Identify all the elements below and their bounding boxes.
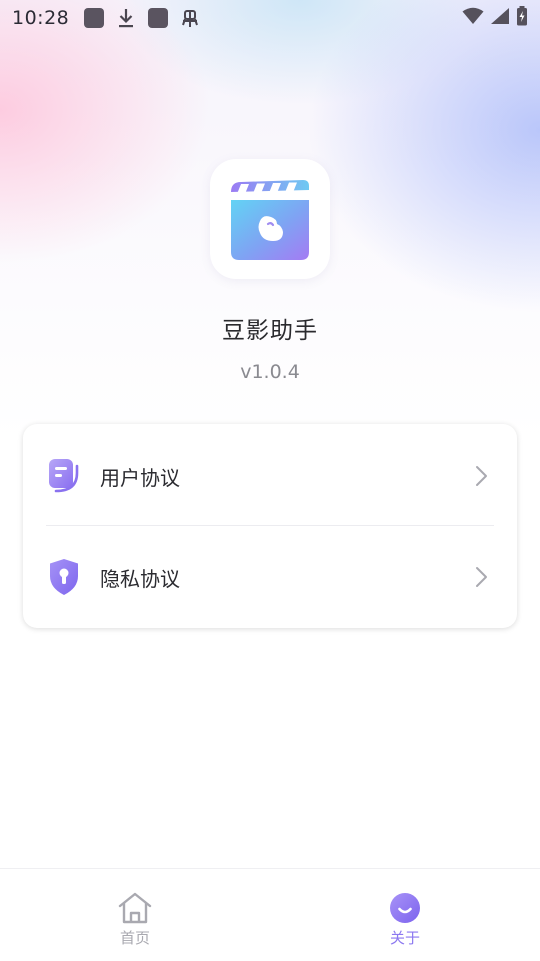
- menu-item-privacy-agreement[interactable]: 隐私协议: [23, 527, 517, 627]
- battery-charging-icon: [516, 5, 528, 31]
- tab-label: 关于: [389, 929, 420, 947]
- menu-divider: [46, 525, 494, 526]
- status-time: 10:28: [12, 7, 70, 29]
- app-name: 豆影助手: [222, 318, 318, 344]
- download-icon: [115, 7, 137, 29]
- app-square-icon: [147, 7, 169, 29]
- app-version: v1.0.4: [240, 361, 300, 383]
- document-icon: [47, 457, 81, 495]
- app-logo: [210, 159, 330, 279]
- chevron-right-icon: [473, 565, 489, 589]
- menu-item-user-agreement[interactable]: 用户协议: [23, 426, 517, 526]
- signal-icon: [490, 7, 510, 30]
- chevron-right-icon: [473, 464, 489, 488]
- home-icon: [116, 889, 154, 927]
- menu-item-label: 用户协议: [100, 465, 180, 490]
- agreements-card: 用户协议 隐私协议: [23, 424, 517, 628]
- bottom-tab-bar: 首页 关于: [0, 868, 540, 961]
- menu-item-label: 隐私协议: [100, 566, 180, 591]
- app-square-icon: [83, 7, 105, 29]
- clapperboard-bean-icon: [231, 180, 309, 260]
- shield-icon: [47, 558, 81, 596]
- tab-about[interactable]: 关于: [270, 869, 540, 961]
- tab-label: 首页: [119, 929, 150, 947]
- wifi-icon: [462, 7, 484, 30]
- bug-icon: [179, 7, 201, 29]
- status-bar: 10:28: [0, 0, 540, 36]
- smile-icon: [386, 889, 424, 927]
- tab-home[interactable]: 首页: [0, 869, 270, 961]
